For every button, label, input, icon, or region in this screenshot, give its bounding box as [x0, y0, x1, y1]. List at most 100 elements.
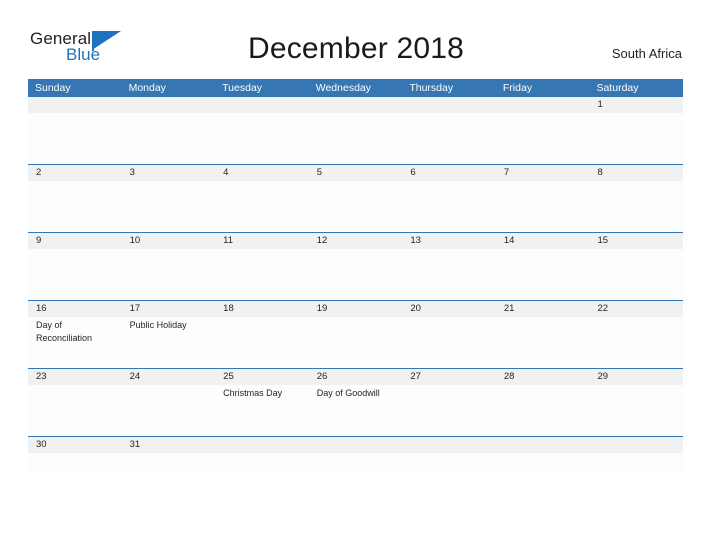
- page-title: December 2018: [247, 32, 465, 65]
- day-event-label: [496, 317, 590, 368]
- day-number[interactable]: 16: [28, 301, 122, 317]
- weekday-sunday: Sunday: [35, 82, 71, 94]
- day-event-label: [309, 317, 403, 368]
- day-event-label: [402, 453, 496, 473]
- day-number[interactable]: [215, 437, 309, 453]
- day-number[interactable]: 14: [496, 233, 590, 249]
- day-number[interactable]: [496, 97, 590, 113]
- day-number[interactable]: 23: [28, 369, 122, 385]
- day-number[interactable]: 24: [122, 369, 216, 385]
- day-number[interactable]: 21: [496, 301, 590, 317]
- day-event-label: [402, 113, 496, 164]
- calendar-week-row: 1: [28, 97, 683, 164]
- day-event-label: [589, 453, 683, 473]
- calendar-week-row: 30 31: [28, 436, 683, 473]
- day-number-band: 16 17 18 19 20 21 22: [28, 301, 683, 317]
- region-label: South Africa: [611, 46, 682, 61]
- day-number[interactable]: 10: [122, 233, 216, 249]
- day-number[interactable]: 26: [309, 369, 403, 385]
- day-number[interactable]: 1: [589, 97, 683, 113]
- day-event-label: [496, 249, 590, 300]
- day-event-band: Christmas Day Day of Goodwill: [28, 385, 683, 436]
- day-number-band: 9 10 11 12 13 14 15: [28, 233, 683, 249]
- day-number[interactable]: 29: [589, 369, 683, 385]
- day-event-label: Christmas Day: [223, 388, 283, 398]
- day-event-label: [215, 249, 309, 300]
- day-event-label: [589, 181, 683, 232]
- day-number[interactable]: 11: [215, 233, 309, 249]
- day-event-band: Day of Reconciliation Public Holiday: [28, 317, 683, 368]
- day-event-label: [122, 181, 216, 232]
- day-number[interactable]: 31: [122, 437, 216, 453]
- day-event-band: [28, 181, 683, 232]
- day-event-label: [215, 181, 309, 232]
- weekday-wednesday: Wednesday: [315, 82, 371, 94]
- day-event-label: [28, 181, 122, 232]
- day-number[interactable]: 7: [496, 165, 590, 181]
- day-number[interactable]: 6: [402, 165, 496, 181]
- day-event-label: [589, 249, 683, 300]
- day-number[interactable]: 2: [28, 165, 122, 181]
- day-event-label: [402, 181, 496, 232]
- calendar-grid: Sunday Monday Tuesday Wednesday Thursday…: [28, 79, 683, 473]
- day-event-label: [215, 453, 309, 473]
- day-event-label: [496, 385, 590, 436]
- day-event-label: [589, 385, 683, 436]
- day-event-label: [28, 249, 122, 300]
- day-number[interactable]: [496, 437, 590, 453]
- day-number[interactable]: 13: [402, 233, 496, 249]
- day-number[interactable]: [402, 437, 496, 453]
- day-number[interactable]: [589, 437, 683, 453]
- calendar-weeks: 1 2 3 4 5 6 7 8 9 10 11 12 13 14 15 16 17 18 19 20 21 22 Day o…: [28, 97, 683, 473]
- day-number[interactable]: 20: [402, 301, 496, 317]
- day-number[interactable]: 28: [496, 369, 590, 385]
- day-event-label: Day of Reconciliation: [36, 320, 93, 343]
- day-number[interactable]: [309, 97, 403, 113]
- day-number[interactable]: 9: [28, 233, 122, 249]
- day-number[interactable]: [122, 97, 216, 113]
- day-number[interactable]: 19: [309, 301, 403, 317]
- weekday-tuesday: Tuesday: [222, 82, 263, 94]
- calendar-week-row: 16 17 18 19 20 21 22 Day of Reconciliation Publi…: [28, 300, 683, 368]
- day-number[interactable]: 25: [215, 369, 309, 385]
- day-event-band: [28, 453, 683, 473]
- day-event-label: [122, 249, 216, 300]
- weekday-friday: Friday: [502, 82, 533, 94]
- day-event-label: [496, 181, 590, 232]
- weekday-saturday: Saturday: [596, 82, 639, 94]
- day-number[interactable]: 12: [309, 233, 403, 249]
- day-number[interactable]: 4: [215, 165, 309, 181]
- calendar-week-row: 9 10 11 12 13 14 15: [28, 232, 683, 300]
- day-number[interactable]: 17: [122, 301, 216, 317]
- day-event-label: Day of Goodwill: [316, 388, 380, 398]
- day-number[interactable]: 3: [122, 165, 216, 181]
- day-event-band: [28, 249, 683, 300]
- day-event-band: [28, 113, 683, 164]
- day-event-label: [402, 385, 496, 436]
- calendar-week-row: 2345678: [28, 164, 683, 232]
- calendar-week-row: 23 24 25 26 27 28 29 Christmas Day Day of Goodwi…: [28, 368, 683, 436]
- day-event-label: [122, 385, 216, 436]
- day-event-label: [496, 113, 590, 164]
- day-event-label: [309, 181, 403, 232]
- day-number[interactable]: 27: [402, 369, 496, 385]
- day-number[interactable]: 18: [215, 301, 309, 317]
- day-number[interactable]: [309, 437, 403, 453]
- day-number-band: 23 24 25 26 27 28 29: [28, 369, 683, 385]
- day-number[interactable]: [215, 97, 309, 113]
- page-header: General Blue December 2018 South Africa: [0, 0, 712, 78]
- day-number[interactable]: 15: [589, 233, 683, 249]
- day-event-label: [28, 453, 122, 473]
- day-event-label: [122, 453, 216, 473]
- day-event-label: [589, 113, 683, 164]
- day-number[interactable]: 5: [309, 165, 403, 181]
- day-event-label: [309, 113, 403, 164]
- day-event-label: [122, 113, 216, 164]
- day-event-label: [402, 249, 496, 300]
- day-number[interactable]: 22: [589, 301, 683, 317]
- day-number[interactable]: [402, 97, 496, 113]
- day-number[interactable]: 8: [589, 165, 683, 181]
- day-number[interactable]: [28, 97, 122, 113]
- day-event-label: [589, 317, 683, 368]
- day-number[interactable]: 30: [28, 437, 122, 453]
